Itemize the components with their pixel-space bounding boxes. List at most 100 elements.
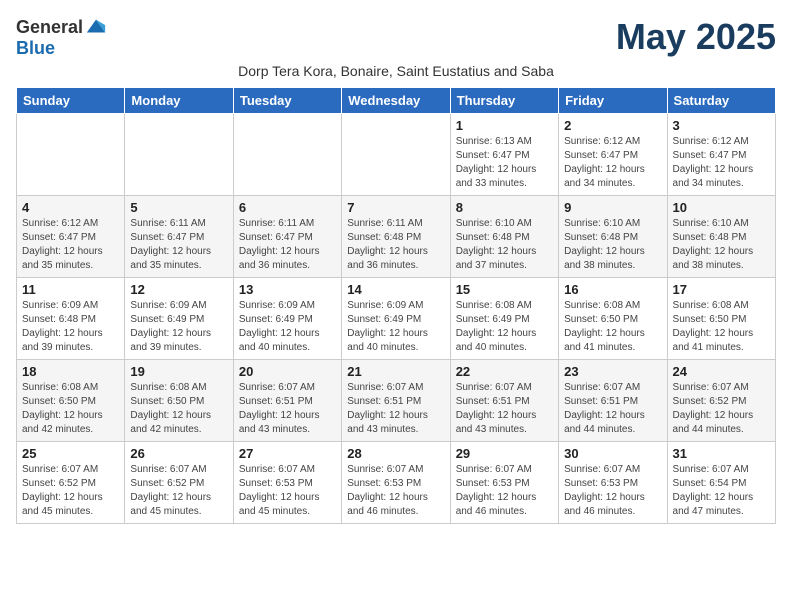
calendar-cell: 5Sunrise: 6:11 AMSunset: 6:47 PMDaylight… (125, 196, 233, 278)
calendar-cell: 2 Sunrise: 6:12 AMSunset: 6:47 PMDaylight… (559, 114, 667, 196)
subtitle: Dorp Tera Kora, Bonaire, Saint Eustatius… (16, 63, 776, 79)
calendar-cell: 23 Sunrise: 6:07 AMSunset: 6:51 PMDayligh… (559, 360, 667, 442)
day-info: Sunrise: 6:08 AMSunset: 6:50 PMDaylight:… (673, 299, 770, 355)
calendar-cell: 30 Sunrise: 6:07 AMSunset: 6:53 PMDayligh… (559, 442, 667, 524)
day-of-week-header: Tuesday (233, 88, 341, 114)
day-info: Sunrise: 6:07 AMSunset: 6:53 PMDaylight:… (239, 463, 336, 519)
day-number: 11 (22, 282, 119, 297)
day-number: 26 (130, 446, 227, 461)
day-of-week-header: Thursday (450, 88, 558, 114)
day-info: Sunrise: 6:11 AMSunset: 6:48 PMDaylight:… (347, 217, 444, 273)
day-of-week-header: Saturday (667, 88, 775, 114)
day-number: 28 (347, 446, 444, 461)
calendar-cell: 20 Sunrise: 6:07 AMSunset: 6:51 PMDayligh… (233, 360, 341, 442)
day-info: Sunrise: 6:07 AMSunset: 6:54 PMDaylight:… (673, 463, 770, 519)
logo: General Blue (16, 16, 107, 59)
calendar-header: SundayMondayTuesdayWednesdayThursdayFrid… (17, 88, 776, 114)
calendar-week: 18 Sunrise: 6:08 AMSunset: 6:50 PMDayligh… (17, 360, 776, 442)
day-number: 17 (673, 282, 770, 297)
day-info: Sunrise: 6:08 AMSunset: 6:50 PMDaylight:… (564, 299, 661, 355)
day-info: Sunrise: 6:08 AMSunset: 6:50 PMDaylight:… (130, 381, 227, 437)
day-number: 31 (673, 446, 770, 461)
day-number: 9 (564, 200, 661, 215)
day-info: Sunrise: 6:10 AMSunset: 6:48 PMDaylight:… (564, 217, 661, 273)
calendar-week: 4 Sunrise: 6:12 AMSunset: 6:47 PMDaylight… (17, 196, 776, 278)
calendar-cell (342, 114, 450, 196)
calendar-cell: 9 Sunrise: 6:10 AMSunset: 6:48 PMDaylight… (559, 196, 667, 278)
calendar-cell (125, 114, 233, 196)
calendar-cell: 4 Sunrise: 6:12 AMSunset: 6:47 PMDaylight… (17, 196, 125, 278)
day-info: Sunrise: 6:10 AMSunset: 6:48 PMDaylight:… (456, 217, 553, 273)
day-number: 14 (347, 282, 444, 297)
day-info: Sunrise: 6:09 AMSunset: 6:49 PMDaylight:… (347, 299, 444, 355)
day-number: 4 (22, 200, 119, 215)
calendar-week: 25 Sunrise: 6:07 AMSunset: 6:52 PMDayligh… (17, 442, 776, 524)
day-info: Sunrise: 6:07 AMSunset: 6:53 PMDaylight:… (564, 463, 661, 519)
calendar-cell: 26 Sunrise: 6:07 AMSunset: 6:52 PMDayligh… (125, 442, 233, 524)
day-number: 15 (456, 282, 553, 297)
calendar-cell: 24 Sunrise: 6:07 AMSunset: 6:52 PMDayligh… (667, 360, 775, 442)
day-info: Sunrise: 6:11 AMSunset: 6:47 PMDaylight:… (130, 217, 227, 273)
day-number: 25 (22, 446, 119, 461)
calendar-cell: 25 Sunrise: 6:07 AMSunset: 6:52 PMDayligh… (17, 442, 125, 524)
calendar-cell: 29Sunrise: 6:07 AMSunset: 6:53 PMDayligh… (450, 442, 558, 524)
calendar-table: SundayMondayTuesdayWednesdayThursdayFrid… (16, 87, 776, 524)
day-number: 6 (239, 200, 336, 215)
calendar-cell: 17 Sunrise: 6:08 AMSunset: 6:50 PMDayligh… (667, 278, 775, 360)
calendar-cell: 27 Sunrise: 6:07 AMSunset: 6:53 PMDayligh… (233, 442, 341, 524)
month-title: May 2025 (616, 16, 776, 58)
calendar-body: 1Sunrise: 6:13 AMSunset: 6:47 PMDaylight… (17, 114, 776, 524)
calendar-week: 11 Sunrise: 6:09 AMSunset: 6:48 PMDayligh… (17, 278, 776, 360)
day-info: Sunrise: 6:08 AMSunset: 6:49 PMDaylight:… (456, 299, 553, 355)
day-info: Sunrise: 6:07 AMSunset: 6:51 PMDaylight:… (239, 381, 336, 437)
day-number: 3 (673, 118, 770, 133)
day-number: 12 (130, 282, 227, 297)
day-number: 2 (564, 118, 661, 133)
day-info: Sunrise: 6:07 AMSunset: 6:52 PMDaylight:… (130, 463, 227, 519)
day-number: 23 (564, 364, 661, 379)
day-info: Sunrise: 6:07 AMSunset: 6:53 PMDaylight:… (456, 463, 553, 519)
day-number: 7 (347, 200, 444, 215)
day-number: 27 (239, 446, 336, 461)
day-number: 21 (347, 364, 444, 379)
day-info: Sunrise: 6:07 AMSunset: 6:52 PMDaylight:… (673, 381, 770, 437)
day-info: Sunrise: 6:08 AMSunset: 6:50 PMDaylight:… (22, 381, 119, 437)
calendar-cell: 6Sunrise: 6:11 AMSunset: 6:47 PMDaylight… (233, 196, 341, 278)
calendar-cell: 11 Sunrise: 6:09 AMSunset: 6:48 PMDayligh… (17, 278, 125, 360)
day-number: 30 (564, 446, 661, 461)
day-of-week-header: Wednesday (342, 88, 450, 114)
calendar-cell: 21 Sunrise: 6:07 AMSunset: 6:51 PMDayligh… (342, 360, 450, 442)
calendar-cell: 1Sunrise: 6:13 AMSunset: 6:47 PMDaylight… (450, 114, 558, 196)
day-info: Sunrise: 6:12 AMSunset: 6:47 PMDaylight:… (22, 217, 119, 273)
calendar-cell: 18 Sunrise: 6:08 AMSunset: 6:50 PMDayligh… (17, 360, 125, 442)
day-info: Sunrise: 6:12 AMSunset: 6:47 PMDaylight:… (564, 135, 661, 191)
day-info: Sunrise: 6:07 AMSunset: 6:53 PMDaylight:… (347, 463, 444, 519)
day-number: 18 (22, 364, 119, 379)
day-of-week-header: Sunday (17, 88, 125, 114)
day-info: Sunrise: 6:09 AMSunset: 6:48 PMDaylight:… (22, 299, 119, 355)
calendar-cell: 15 Sunrise: 6:08 AMSunset: 6:49 PMDayligh… (450, 278, 558, 360)
day-number: 20 (239, 364, 336, 379)
day-info: Sunrise: 6:07 AMSunset: 6:51 PMDaylight:… (347, 381, 444, 437)
calendar-cell: 7 Sunrise: 6:11 AMSunset: 6:48 PMDaylight… (342, 196, 450, 278)
calendar-cell: 16 Sunrise: 6:08 AMSunset: 6:50 PMDayligh… (559, 278, 667, 360)
logo-icon (85, 16, 107, 38)
calendar-cell: 10 Sunrise: 6:10 AMSunset: 6:48 PMDayligh… (667, 196, 775, 278)
day-number: 13 (239, 282, 336, 297)
calendar-cell: 31 Sunrise: 6:07 AMSunset: 6:54 PMDayligh… (667, 442, 775, 524)
day-of-week-header: Monday (125, 88, 233, 114)
day-info: Sunrise: 6:07 AMSunset: 6:51 PMDaylight:… (564, 381, 661, 437)
calendar-cell (233, 114, 341, 196)
logo-blue-text: Blue (16, 38, 55, 59)
calendar-cell: 3Sunrise: 6:12 AMSunset: 6:47 PMDaylight… (667, 114, 775, 196)
day-number: 16 (564, 282, 661, 297)
day-number: 1 (456, 118, 553, 133)
day-number: 24 (673, 364, 770, 379)
day-info: Sunrise: 6:07 AMSunset: 6:51 PMDaylight:… (456, 381, 553, 437)
logo-general-text: General (16, 17, 83, 38)
day-info: Sunrise: 6:10 AMSunset: 6:48 PMDaylight:… (673, 217, 770, 273)
day-info: Sunrise: 6:07 AMSunset: 6:52 PMDaylight:… (22, 463, 119, 519)
day-number: 8 (456, 200, 553, 215)
day-number: 10 (673, 200, 770, 215)
calendar-cell: 19Sunrise: 6:08 AMSunset: 6:50 PMDayligh… (125, 360, 233, 442)
